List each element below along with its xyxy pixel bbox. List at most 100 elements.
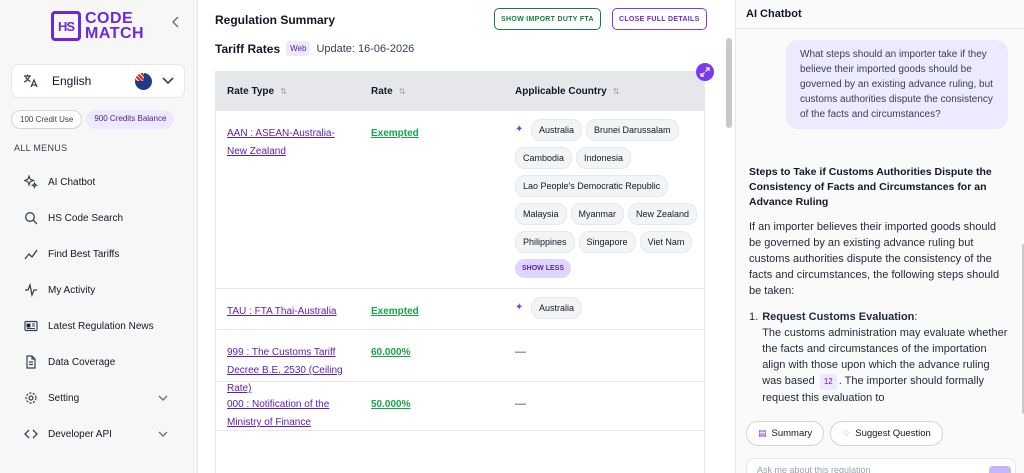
country-chip: Myanmar [570,203,625,225]
sidebar-item-my-activity[interactable]: My Activity [0,272,198,308]
rate-value[interactable]: Exempted [371,306,419,317]
rate-cell: 50.000% [360,382,504,430]
news-icon [24,319,38,333]
ai-chatbot-panel: AI Chatbot What steps should an importer… [735,0,1024,473]
country-chip: Indonesia [576,147,632,169]
sidebar-item-setting[interactable]: Setting [0,380,198,416]
collapse-sidebar-button[interactable] [168,15,184,33]
translate-icon [22,73,38,89]
chat-actions: ▤ Summary ♢ Suggest Question [746,421,943,446]
credit-row: 100 Credit Use 900 Credits Balance [11,110,175,129]
sidebar-item-ai-chatbot[interactable]: AI Chatbot [0,164,198,200]
document-icon [24,355,38,369]
sidebar-item-label: Developer API [48,428,112,440]
close-full-details-button[interactable]: CLOSE FULL DETAILS [612,8,707,30]
chevron-left-icon [171,16,179,28]
expand-button[interactable] [696,63,714,81]
logo-text: CODE MATCH [85,10,144,42]
web-badge: Web [286,41,311,56]
sidebar-item-label: My Activity [48,284,96,296]
rate-type-cell: 999 : The Customs Tariff Decree B.E. 253… [216,330,360,394]
answer-heading: Steps to Take if Customs Authorities Dis… [749,166,992,208]
main-scrollbar[interactable] [726,38,732,128]
show-less-button[interactable]: SHOW LESS [515,259,572,278]
empty-country: — [515,346,526,358]
credit-balance-badge: 900 Credits Balance [86,110,175,129]
language-selector[interactable]: English [11,64,185,98]
chat-input[interactable]: Ask me about this regulation [746,458,1016,473]
rate-cell: 60.000% [360,330,504,381]
suggest-question-button[interactable]: ♢ Suggest Question [830,421,943,446]
activity-icon [24,283,38,297]
sidebar: HS CODE MATCH English 100 Credit Use 900… [0,0,198,473]
column-header-applicable-country[interactable]: Applicable Country ⇅ [504,86,704,97]
code-icon [24,427,38,441]
summary-label: Summary [771,428,813,439]
sort-icon: ⇅ [612,86,620,96]
step-colon: : [914,311,918,323]
sidebar-item-label: HS Code Search [48,212,124,224]
sidebar-menu: AI Chatbot HS Code Search Find Best Tari… [0,164,198,452]
chat-title: AI Chatbot [746,8,802,20]
answer-intro: If an importer believes their imported g… [749,221,1000,297]
country-cell: ✦ Australia Brunei Darussalam Cambodia I… [504,111,704,288]
country-chip: Cambodia [515,147,573,169]
column-label: Rate Type [227,85,275,97]
update-date: Update: 16-06-2026 [316,42,415,55]
sparkle-icon [24,175,38,189]
reference-badge[interactable]: 12 [819,374,837,390]
sparkle-icon: ✦ [515,123,524,135]
rate-type-link[interactable]: 000 : Notification of the Ministry of Fi… [227,399,329,428]
sidebar-item-label: AI Chatbot [48,176,96,188]
regulation-summary-panel: Regulation Summary SHOW IMPORT DUTY FTA … [199,0,723,473]
logo[interactable]: HS CODE MATCH [51,10,144,42]
column-label: Applicable Country [515,85,607,97]
sidebar-item-label: Find Best Tariffs [48,248,120,260]
step-number: 1. [749,311,759,323]
step-title: Request Customs Evaluation [762,311,915,323]
table-row: TAU : FTA Thai-Australia Exempted ✦ Aust… [216,289,704,330]
table-row: 000 : Notification of the Ministry of Fi… [216,382,704,431]
column-header-rate-type[interactable]: Rate Type ⇅ [216,86,360,97]
send-button[interactable] [989,466,1011,473]
step-body: The customs administration may evaluate … [762,325,1009,406]
sidebar-item-developer-api[interactable]: Developer API [0,416,198,452]
app-root: HS CODE MATCH English 100 Credit Use 900… [0,0,1024,473]
language-label: English [52,74,92,88]
rate-value[interactable]: Exempted [371,128,419,139]
sidebar-item-latest-regulation-news[interactable]: Latest Regulation News [0,308,198,344]
show-import-duty-button[interactable]: SHOW IMPORT DUTY FTA [494,8,601,30]
step-content: Request Customs Evaluation: The customs … [762,309,1009,406]
sparkle-icon: ✦ [515,301,524,313]
rate-type-link[interactable]: AAN : ASEAN-Australia-New Zealand [227,128,335,157]
country-chip: Viet Nam [639,231,693,253]
rate-value[interactable]: 50.000% [371,399,410,410]
rate-type-link[interactable]: TAU : FTA Thai-Australia [227,306,336,317]
summary-button[interactable]: ▤ Summary [746,421,825,446]
chevron-down-icon [158,395,168,401]
tariff-header: Tariff Rates Web Update: 16-06-2026 [215,41,414,56]
country-chip: Australia [531,297,583,319]
country-chip: Lao People's Democratic Republic [515,175,669,197]
country-list: ✦ Australia [515,289,704,329]
gear-icon [24,391,38,405]
column-header-rate[interactable]: Rate ⇅ [360,86,504,97]
expand-icon [700,67,710,77]
lightbulb-icon: ♢ [842,428,851,438]
sidebar-item-label: Latest Regulation News [48,320,154,332]
rate-type-cell: 000 : Notification of the Ministry of Fi… [216,382,360,430]
rate-value[interactable]: 60.000% [371,347,410,358]
empty-country: — [515,398,526,410]
column-label: Rate [371,85,393,97]
sidebar-item-data-coverage[interactable]: Data Coverage [0,344,198,380]
page-title: Regulation Summary [215,13,336,27]
sidebar-item-find-best-tariffs[interactable]: Find Best Tariffs [0,236,198,272]
logo-line1: CODE [85,10,134,27]
country-cell: ✦ Australia [504,289,704,329]
sidebar-item-hs-code-search[interactable]: HS Code Search [0,200,198,236]
chevron-down-icon [162,77,174,85]
country-chip: Australia [531,119,583,141]
sidebar-item-label: Setting [48,392,80,404]
bot-answer: Steps to Take if Customs Authorities Dis… [749,165,1009,406]
rate-type-cell: AAN : ASEAN-Australia-New Zealand [216,111,360,288]
